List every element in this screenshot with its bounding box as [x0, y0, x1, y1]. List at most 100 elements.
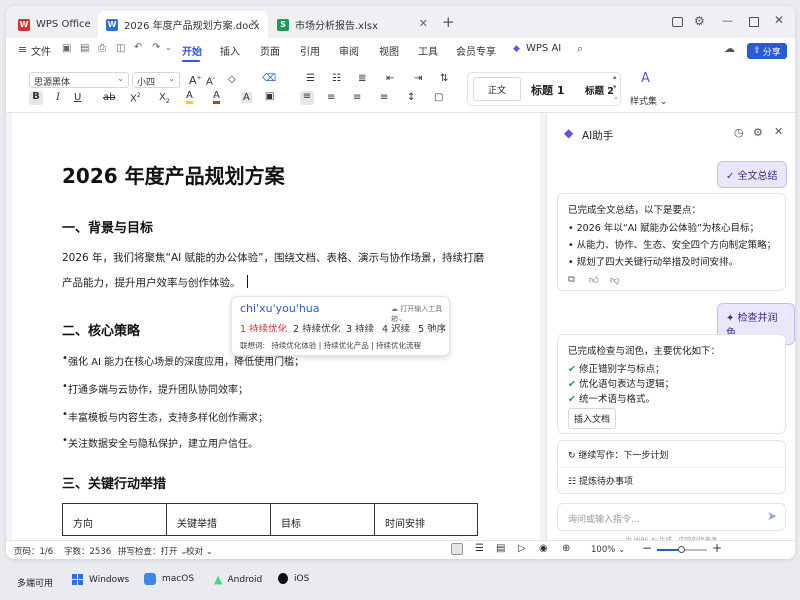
outline-view-icon[interactable]: ☰ — [475, 543, 484, 554]
eraser-icon[interactable]: ⌫ — [262, 73, 276, 84]
proofread-button[interactable]: 校对 ⌄ — [186, 545, 213, 557]
align-right-button[interactable]: ≡ — [353, 92, 361, 103]
table-header-cell[interactable]: 方向 — [63, 504, 167, 535]
table-header-cell[interactable]: 关键举措 — [167, 504, 271, 535]
close-tab-icon[interactable]: ✕ — [419, 17, 428, 30]
underline-button[interactable]: U — [74, 92, 81, 103]
page-view-icon[interactable] — [451, 543, 463, 555]
send-icon[interactable]: ➤ — [767, 509, 777, 523]
tab-doc[interactable]: W 2026 年度产品规划方案.docx ✕ — [98, 11, 268, 38]
grow-font-icon[interactable]: A+ — [189, 74, 202, 87]
close-panel-icon[interactable]: ✕ — [774, 125, 783, 138]
sort-icon[interactable]: ⇅ — [440, 73, 448, 84]
spell-check-status[interactable]: 拼写检查：打开 ⌄ — [118, 545, 187, 557]
font-color-button[interactable]: A — [213, 91, 220, 104]
platform-windows[interactable]: Windows — [72, 574, 129, 585]
layout-icon[interactable] — [672, 17, 683, 27]
style-heading-2[interactable]: 标题 2 — [585, 83, 614, 97]
word-count[interactable]: 字数：2536 — [64, 545, 111, 557]
table-header-cell[interactable]: 目标 — [271, 504, 375, 535]
menu-page[interactable]: 页面 — [260, 43, 280, 58]
close-tab-icon[interactable]: ✕ — [250, 17, 259, 30]
menu-member[interactable]: 会员专享 — [456, 43, 496, 58]
shrink-font-icon[interactable]: A- — [206, 75, 215, 87]
share-button[interactable]: ⇪ 分享 — [747, 43, 787, 59]
style-expand-icon[interactable]: ⌄ — [613, 93, 619, 101]
copy-icon[interactable]: ⧉ — [568, 274, 575, 285]
zoom-slider[interactable] — [657, 546, 707, 553]
new-tab-button[interactable]: + — [442, 13, 455, 31]
menu-reference[interactable]: 引用 — [300, 43, 320, 58]
style-set-button[interactable]: 样式集 ⌄ — [630, 94, 667, 107]
settings-icon[interactable]: ⚙ — [694, 14, 705, 28]
char-border-button[interactable]: ▣ — [265, 91, 274, 102]
clear-format-icon[interactable]: ◇ — [228, 74, 236, 85]
search-icon[interactable]: ⌕ — [577, 42, 583, 56]
superscript-button[interactable]: X2 — [130, 92, 141, 104]
hamburger-icon[interactable]: ≡ — [18, 43, 27, 56]
align-center-button[interactable]: ≡ — [327, 92, 335, 103]
menu-home[interactable]: 开始 — [182, 43, 202, 58]
numbered-list-icon[interactable]: ☷ — [332, 73, 341, 84]
platform-macos[interactable]: macOS — [144, 573, 194, 585]
redo-icon[interactable]: ↷ — [152, 42, 160, 53]
menu-review[interactable]: 审阅 — [339, 43, 359, 58]
line-spacing-button[interactable]: ↕ — [407, 92, 415, 103]
highlight-color-button[interactable]: A — [186, 91, 193, 104]
ai-input-box[interactable]: 询问或输入指令... ➤ — [557, 503, 786, 531]
style-normal[interactable]: 正文 — [473, 77, 521, 101]
document-page[interactable]: 2026 年度产品规划方案 一、背景与目标 2026 年，我们将聚焦“AI 赋能… — [12, 113, 540, 540]
platform-ios[interactable]: iOS — [278, 573, 309, 584]
print-preview-icon[interactable]: ◫ — [116, 43, 125, 54]
char-shading-button[interactable]: A — [241, 92, 252, 103]
strikethrough-button[interactable]: ab — [103, 92, 115, 103]
justify-button[interactable]: ≡ — [380, 92, 388, 103]
menu-wps-ai[interactable]: WPS AI — [526, 43, 561, 54]
suggestion-item[interactable]: ☷ 提炼待办事项 — [568, 474, 633, 487]
italic-button[interactable]: I — [56, 92, 60, 103]
font-size-select[interactable]: 小四 ⌄ — [132, 72, 180, 88]
history-icon[interactable]: ◷ — [734, 126, 744, 139]
thumbs-up-icon[interactable]: 👍︎ — [589, 274, 599, 286]
style-scroll-up-icon[interactable]: ▴ — [613, 73, 617, 81]
bullet-list-icon[interactable]: ☰ — [306, 73, 315, 84]
menu-view[interactable]: 视图 — [379, 43, 399, 58]
page-count[interactable]: 页码：1/6 — [14, 545, 53, 557]
maximize-button[interactable] — [749, 17, 759, 27]
undo-icon[interactable]: ↶ — [134, 42, 142, 53]
export-pdf-icon[interactable]: ▤ — [80, 43, 89, 54]
align-left-button[interactable]: ≡ — [300, 91, 314, 105]
font-family-select[interactable]: 思源黑体 ⌄ — [29, 72, 129, 88]
minimize-button[interactable]: — — [722, 14, 733, 27]
subscript-button[interactable]: X2 — [159, 92, 170, 105]
table-header-cell[interactable]: 时间安排 — [375, 504, 477, 535]
style-scroll-down-icon[interactable]: ▾ — [613, 83, 617, 91]
zoom-in-button[interactable]: + — [712, 541, 722, 555]
menu-tools[interactable]: 工具 — [418, 43, 438, 58]
decrease-indent-icon[interactable]: ⇤ — [386, 73, 394, 84]
increase-indent-icon[interactable]: ⇥ — [414, 73, 422, 84]
menu-file[interactable]: 文件 — [31, 43, 51, 58]
zoom-slider-handle[interactable] — [678, 546, 685, 553]
thumbs-down-icon[interactable]: 👎︎ — [610, 274, 620, 286]
borders-button[interactable]: ▢ — [434, 92, 443, 103]
platform-android[interactable]: ▲ Android — [214, 573, 262, 586]
more-chevron-icon[interactable]: ⌄ — [165, 43, 172, 52]
zoom-out-button[interactable]: − — [642, 541, 652, 555]
read-mode-icon[interactable]: ▤ — [496, 543, 505, 554]
ime-assoc-item[interactable]: 持续优化体验 — [271, 341, 316, 350]
play-icon[interactable]: ▷ — [518, 543, 526, 554]
settings-icon[interactable]: ⚙ — [753, 126, 763, 139]
bold-button[interactable]: B — [29, 91, 43, 105]
multilevel-list-icon[interactable]: ≣ — [358, 73, 366, 84]
ime-assoc-item[interactable]: 持续优化产品 — [324, 341, 369, 350]
insert-document-button[interactable]: 插入文档 — [568, 408, 617, 429]
menu-insert[interactable]: 插入 — [220, 43, 240, 58]
tab-sheet[interactable]: S 市场分析报告.xlsx ✕ — [269, 11, 437, 38]
action-table[interactable]: 方向 关键举措 目标 时间安排 — [62, 503, 478, 536]
style-heading-1[interactable]: 标题 1 — [531, 82, 564, 98]
close-window-button[interactable]: ✕ — [774, 13, 784, 27]
suggestion-item[interactable]: ↻ 继续写作：下一步计划 — [568, 448, 668, 461]
save-icon[interactable]: ▣ — [62, 43, 71, 54]
style-set-icon[interactable]: A — [641, 71, 650, 86]
